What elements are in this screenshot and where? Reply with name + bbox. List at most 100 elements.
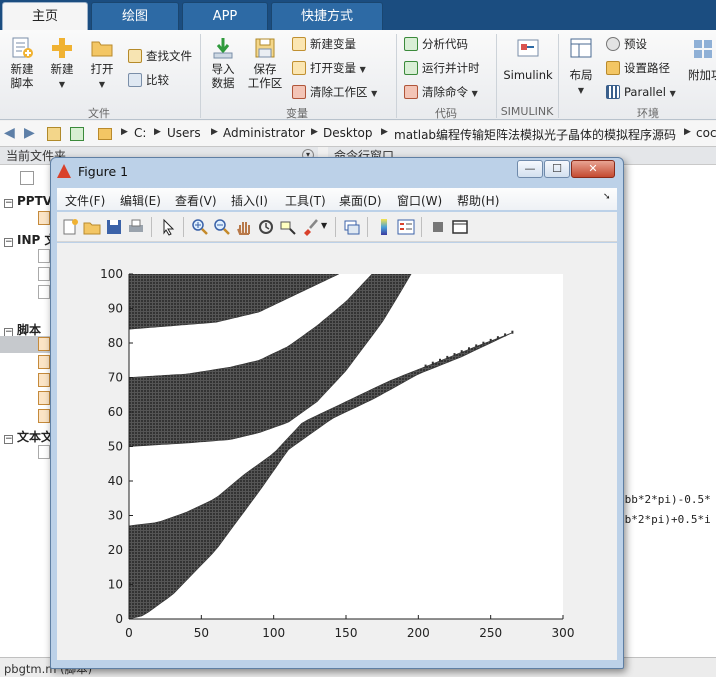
- y-tick-label: 30: [108, 509, 123, 523]
- tab-home[interactable]: 主页: [2, 2, 88, 31]
- clear-commands-button[interactable]: 清除命令 ▼: [404, 82, 478, 102]
- maximize-button[interactable]: ☐: [544, 160, 570, 178]
- show-plot-tools-icon[interactable]: [451, 218, 469, 236]
- save-workspace-icon: [255, 38, 275, 58]
- link-plot-icon[interactable]: [343, 218, 361, 236]
- zoom-out-icon[interactable]: [213, 218, 231, 236]
- x-tick-label: 300: [552, 626, 575, 640]
- preferences-button[interactable]: 预设: [606, 34, 647, 54]
- compare-button[interactable]: 比较: [128, 70, 169, 90]
- legend-icon[interactable]: [397, 218, 415, 236]
- script-file-icon[interactable]: [38, 337, 50, 351]
- open-file-icon[interactable]: [83, 218, 101, 236]
- menu-tools[interactable]: 工具(T): [285, 192, 326, 209]
- collapse-icon[interactable]: −: [4, 199, 13, 208]
- minimize-button[interactable]: —: [517, 160, 543, 178]
- simulink-button[interactable]: Simulink: [502, 36, 554, 82]
- folder-open-icon: [91, 41, 113, 57]
- group-text[interactable]: − 文本文: [4, 428, 53, 445]
- breadcrumb-subfolder[interactable]: coc: [696, 126, 716, 140]
- new-figure-icon[interactable]: [61, 218, 79, 236]
- layout-icon: [570, 38, 592, 58]
- band-structure-plot[interactable]: 0 50 100 150 200 250 300 0 10 20 30 40 50 60 70 80 90 100: [57, 243, 617, 660]
- group-pptv-label: PPTV: [17, 194, 53, 208]
- file-icon[interactable]: [38, 211, 50, 225]
- breadcrumb-administrator[interactable]: Administrator: [223, 126, 305, 140]
- new-script-button[interactable]: 新建 脚本: [6, 36, 38, 90]
- set-path-button[interactable]: 设置路径: [606, 58, 670, 78]
- run-and-time-button[interactable]: 运行并计时: [404, 58, 480, 78]
- group-pptv[interactable]: − PPTV: [4, 194, 52, 208]
- menu-file[interactable]: 文件(F): [65, 192, 105, 209]
- collapse-icon[interactable]: −: [4, 238, 13, 247]
- import-data-label: 导入 数据: [211, 62, 235, 90]
- y-tick-label: 80: [108, 336, 123, 350]
- analyze-code-button[interactable]: 分析代码: [404, 34, 468, 54]
- script-file-icon[interactable]: [38, 355, 50, 369]
- file-icon[interactable]: [38, 445, 50, 459]
- menu-view[interactable]: 查看(V): [175, 192, 217, 209]
- dock-arrow-icon[interactable]: ➘: [603, 192, 611, 202]
- menu-insert[interactable]: 插入(I): [231, 192, 268, 209]
- save-icon[interactable]: [105, 218, 123, 236]
- collapse-icon[interactable]: −: [4, 435, 13, 444]
- y-tick-label: 100: [100, 267, 123, 281]
- clear-workspace-button[interactable]: 清除工作区 ▼: [292, 82, 377, 102]
- command-window-panel[interactable]: [618, 165, 716, 657]
- up-folder-icon[interactable]: [47, 127, 61, 141]
- breadcrumb-drive[interactable]: C:: [134, 126, 146, 140]
- breadcrumb-project-folder[interactable]: matlab编程传输矩阵法模拟光子晶体的模拟程序源码: [394, 126, 678, 143]
- back-arrow-icon[interactable]: ◀: [4, 125, 15, 141]
- file-icon[interactable]: [38, 267, 50, 281]
- import-data-button[interactable]: 导入 数据: [207, 36, 239, 90]
- breadcrumb-users[interactable]: Users: [167, 126, 201, 140]
- group-inp[interactable]: − INP 文: [4, 231, 56, 248]
- tab-shortcuts[interactable]: 快捷方式: [271, 2, 383, 30]
- analyze-code-label: 分析代码: [422, 37, 468, 51]
- tab-plots[interactable]: 绘图: [91, 2, 179, 30]
- new-variable-button[interactable]: 新建变量: [292, 34, 356, 54]
- tab-apps[interactable]: APP: [182, 2, 268, 30]
- new-button[interactable]: 新建 ▼: [46, 36, 78, 92]
- x-tick-label: 100: [262, 626, 285, 640]
- pan-icon[interactable]: [235, 218, 253, 236]
- zoom-in-icon[interactable]: [191, 218, 209, 236]
- simulink-icon: [517, 39, 539, 57]
- hide-plot-tools-icon[interactable]: [429, 218, 447, 236]
- print-icon[interactable]: [127, 218, 145, 236]
- toolbar-separator: [151, 217, 152, 237]
- menu-window[interactable]: 窗口(W): [397, 192, 442, 209]
- addons-button[interactable]: 附加功: [688, 36, 716, 82]
- parallel-button[interactable]: Parallel ▼: [606, 82, 676, 102]
- rotate-icon[interactable]: [257, 218, 275, 236]
- menu-edit[interactable]: 编辑(E): [120, 192, 161, 209]
- data-cursor-icon[interactable]: [279, 218, 297, 236]
- chevron-down-icon: ▼: [471, 89, 478, 98]
- chevron-down-icon[interactable]: ▼: [321, 221, 327, 230]
- forward-arrow-icon[interactable]: ▶: [24, 125, 35, 141]
- find-files-button[interactable]: 查找文件: [128, 46, 192, 66]
- ribbon-toolstrip: 新建 脚本 新建 ▼ 打开 ▼ 查找文件 比较 文件 导入 数据 保存 工作区 …: [0, 30, 716, 120]
- toolbar-separator: [335, 217, 336, 237]
- figure-title-bar[interactable]: Figure 1 — ☐ ✕: [51, 158, 623, 184]
- menu-desktop[interactable]: 桌面(D): [339, 192, 382, 209]
- figure-canvas[interactable]: 0 50 100 150 200 250 300 0 10 20 30 40 50 60 70 80 90 100: [57, 243, 617, 660]
- pointer-icon[interactable]: [159, 218, 177, 236]
- file-icon[interactable]: [38, 249, 50, 263]
- menu-help[interactable]: 帮助(H): [457, 192, 499, 209]
- layout-button[interactable]: 布局 ▼: [564, 36, 598, 98]
- close-button[interactable]: ✕: [571, 160, 615, 178]
- open-variable-button[interactable]: 打开变量 ▼: [292, 58, 366, 78]
- breadcrumb-desktop[interactable]: Desktop: [323, 126, 373, 140]
- save-workspace-button[interactable]: 保存 工作区: [247, 36, 283, 90]
- addons-label: 附加功: [688, 68, 716, 82]
- script-file-icon[interactable]: [38, 373, 50, 387]
- script-file-icon[interactable]: [38, 409, 50, 423]
- file-icon[interactable]: [38, 285, 50, 299]
- open-button[interactable]: 打开 ▼: [86, 36, 118, 92]
- script-file-icon[interactable]: [38, 391, 50, 405]
- browse-folder-icon[interactable]: [70, 127, 84, 141]
- matlab-logo-icon: [57, 164, 71, 178]
- colorbar-icon[interactable]: [375, 218, 393, 236]
- brush-icon[interactable]: [301, 218, 319, 236]
